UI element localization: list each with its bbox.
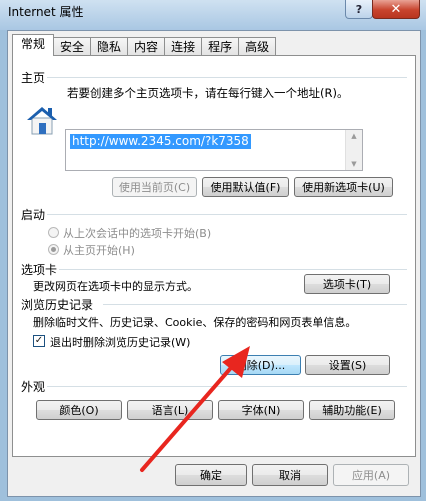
appearance-section-label: 外观 [21,380,46,394]
tab-strip: 常规 安全 隐私 内容 连接 程序 高级 [12,34,277,56]
tabs-settings-button[interactable]: 选项卡(T) [304,274,390,294]
scroll-down-icon[interactable]: ▼ [346,158,362,170]
tab-general[interactable]: 常规 [12,34,55,56]
apply-button[interactable]: 应用(A) [333,464,409,486]
appearance-divider [47,386,407,387]
textarea-scrollbar[interactable]: ▲ ▼ [345,130,362,170]
tabs-section-label: 选项卡 [21,263,58,277]
tab-content[interactable]: 内容 [127,37,166,56]
startup-section-label: 启动 [21,208,46,222]
radio-last-session-label: 从上次会话中的选项卡开始(B) [63,227,212,240]
general-tab-panel: 主页 若要创建多个主页选项卡，请在每行键入一个地址(R)。 http://www… [12,55,416,457]
homepage-instruction: 若要创建多个主页选项卡，请在每行键入一个地址(R)。 [67,86,349,100]
homepage-divider [47,77,407,78]
tab-privacy[interactable]: 隐私 [90,37,129,56]
startup-divider [47,214,407,215]
use-current-button[interactable]: 使用当前页(C) [112,177,197,197]
delete-history-button[interactable]: 删除(D)... [220,355,301,375]
history-divider [103,304,407,305]
ok-button[interactable]: 确定 [175,464,247,486]
cancel-button[interactable]: 取消 [252,464,328,486]
history-description: 删除临时文件、历史记录、Cookie、保存的密码和网页表单信息。 [33,316,357,329]
tab-programs[interactable]: 程序 [201,37,240,56]
dialog-body: 常规 安全 隐私 内容 连接 程序 高级 主页 若要创建多个主页选项卡，请在每行… [7,30,421,497]
tab-connections[interactable]: 连接 [164,37,203,56]
close-button[interactable]: ✕ [372,0,420,19]
tab-security[interactable]: 安全 [53,37,92,56]
homepage-url-textarea[interactable]: http://www.2345.com/?k7358 ▲ ▼ [65,129,363,171]
use-new-tab-button[interactable]: 使用新选项卡(U) [294,177,393,197]
use-default-button[interactable]: 使用默认值(F) [202,177,289,197]
accessibility-button[interactable]: 辅助功能(E) [309,400,395,420]
scroll-up-icon[interactable]: ▲ [346,130,362,142]
languages-button[interactable]: 语言(L) [127,400,213,420]
delete-on-exit-checkbox[interactable]: ✓ [33,335,45,347]
title-bar: Internet 属性 ? ✕ [0,0,426,30]
radio-homepage-label: 从主页开始(H) [63,244,135,257]
radio-homepage[interactable] [48,244,59,255]
help-button[interactable]: ? [345,0,373,19]
tabs-description: 更改网页在选项卡中的显示方式。 [33,280,198,293]
window-title: Internet 属性 [8,5,84,19]
fonts-button[interactable]: 字体(N) [218,400,304,420]
homepage-url-value: http://www.2345.com/?k7358 [70,134,251,149]
house-icon [27,107,57,135]
radio-last-session[interactable] [48,227,59,238]
tabs-divider [59,269,407,270]
tab-advanced[interactable]: 高级 [238,37,277,56]
history-settings-button[interactable]: 设置(S) [305,355,390,375]
homepage-section-label: 主页 [21,71,46,85]
delete-on-exit-label: 退出时删除浏览历史记录(W) [50,336,191,349]
colors-button[interactable]: 颜色(O) [36,400,122,420]
history-section-label: 浏览历史记录 [21,298,94,312]
